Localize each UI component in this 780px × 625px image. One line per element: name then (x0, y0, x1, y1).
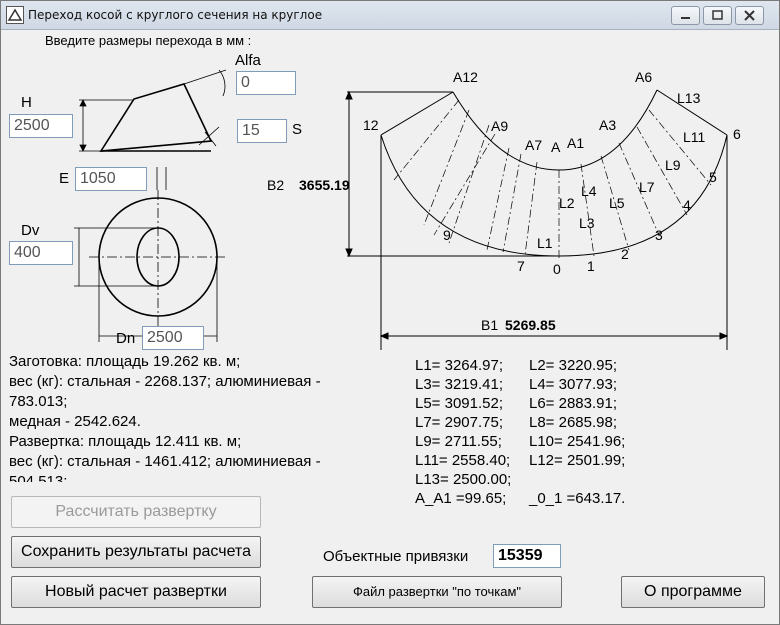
l-value (529, 470, 625, 489)
save-results-button[interactable]: Сохранить результаты расчета (11, 536, 261, 568)
result-line: Заготовка: площадь 19.262 кв. м; (9, 353, 241, 370)
about-button[interactable]: О программе (621, 576, 765, 608)
dv-input[interactable] (9, 241, 73, 265)
minimize-button[interactable] (671, 6, 700, 25)
label-a6: A6 (635, 69, 652, 85)
client-area: Введите размеры перехода в мм : Alfa 0 H… (1, 30, 779, 624)
dn-input[interactable] (142, 326, 204, 350)
l-value: L3= 3219.41; (415, 376, 504, 393)
result-line: 504.513; (9, 473, 68, 482)
l-values-col2: L2= 3220.95; L4= 3077.93; L6= 2883.91; L… (529, 356, 625, 508)
title-bar: Переход косой с круглого сечения на круг… (1, 1, 779, 30)
e-label: E (59, 170, 70, 187)
label-3: 3 (655, 227, 663, 243)
maximize-button[interactable] (703, 6, 732, 25)
new-calculation-button[interactable]: Новый расчет развертки (11, 576, 261, 608)
label-l11: L11 (683, 129, 706, 145)
l-value: L13= 2500.00; (415, 471, 512, 488)
app-icon (6, 6, 24, 24)
snap-input[interactable] (493, 544, 561, 568)
points-file-button[interactable]: Файл развертки "по точкам" (312, 576, 562, 608)
label-12: 12 (363, 117, 379, 133)
label-l2: L2 (559, 195, 575, 211)
l-value: L11= 2558.40; (415, 452, 511, 469)
l-value: L10= 2541.96; (529, 433, 626, 450)
label-2: 2 (621, 246, 629, 262)
label-l4: L4 (581, 183, 597, 199)
label-a7: A7 (525, 137, 542, 153)
l-value: L8= 2685.98; (529, 414, 618, 431)
l-value: L6= 2883.91; (529, 395, 618, 412)
calculate-button[interactable]: Рассчитать развертку (11, 496, 261, 528)
h-input[interactable] (9, 114, 73, 138)
e-input[interactable] (75, 167, 147, 191)
dn-label: Dn (116, 330, 136, 347)
b2-value: 3655.19 (299, 177, 350, 193)
b1-value: 5269.85 (505, 317, 556, 333)
l-value: L12= 2501.99; (529, 452, 626, 469)
l-value: L5= 3091.52; (415, 395, 504, 412)
maximize-icon (712, 10, 723, 20)
label-a3: A3 (599, 117, 616, 133)
results-text: Заготовка: площадь 19.262 кв. м; вес (кг… (9, 352, 369, 482)
label-7: 7 (517, 258, 525, 274)
label-a: A (551, 139, 561, 155)
window-title: Переход косой с круглого сечения на круг… (28, 8, 323, 22)
h-label: H (21, 94, 32, 111)
b2-label: B2 (267, 177, 284, 193)
close-button[interactable] (735, 6, 764, 25)
l-value: A_A1 =99.65; (415, 490, 507, 507)
label-l3: L3 (579, 215, 595, 231)
label-l7: L7 (639, 179, 655, 195)
l-value: L1= 3264.97; (415, 357, 504, 374)
dv-label: Dv (21, 222, 40, 239)
b1-label: B1 (481, 317, 498, 333)
snap-label: Объектные привязки (323, 548, 469, 565)
result-line: вес (кг): стальная - 1461.412; алюминиев… (9, 453, 321, 470)
l-value: L9= 2711.55; (415, 433, 502, 450)
l-value: L2= 3220.95; (529, 357, 618, 374)
label-l5: L5 (609, 195, 625, 211)
label-l1: L1 (537, 235, 553, 251)
result-line: медная - 2542.624. (9, 413, 141, 430)
l-value: L7= 2907.75; (415, 414, 504, 431)
development-drawing: A12 A9 A7 A A1 A3 A6 12 6 L13 L11 L9 L7 … (267, 69, 741, 350)
label-5: 5 (709, 169, 717, 185)
result-line: 783.013; (9, 393, 68, 410)
label-a1: A1 (567, 135, 584, 151)
label-l9: L9 (665, 157, 681, 173)
label-1: 1 (587, 258, 595, 274)
label-a9: A9 (491, 118, 508, 134)
result-line: Развертка: площадь 12.411 кв. м; (9, 433, 242, 450)
alfa-label: Alfa (235, 52, 261, 69)
label-4: 4 (683, 197, 691, 213)
label-a12: A12 (453, 69, 478, 85)
label-l13: L13 (677, 90, 701, 106)
l-value: L4= 3077.93; (529, 376, 618, 393)
l-values-col1: L1= 3264.97; L3= 3219.41; L5= 3091.52; L… (415, 356, 511, 508)
label-9: 9 (443, 227, 451, 243)
label-6: 6 (733, 126, 741, 142)
l-value: _0_1 =643.17. (529, 490, 626, 507)
result-line: вес (кг): стальная - 2268.137; алюминиев… (9, 373, 321, 390)
close-icon (744, 10, 755, 21)
app-window: Переход косой с круглого сечения на круг… (0, 0, 780, 625)
minimize-icon (681, 17, 690, 19)
label-0: 0 (553, 261, 561, 277)
